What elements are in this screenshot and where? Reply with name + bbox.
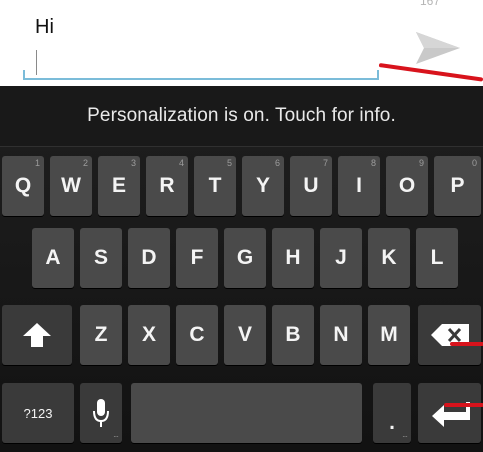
symbols-key[interactable]: ?123	[2, 383, 74, 443]
text-cursor	[36, 50, 37, 75]
key-c[interactable]: C	[176, 305, 218, 365]
key-j[interactable]: J	[320, 228, 362, 288]
space-key[interactable]	[131, 383, 362, 443]
annotation-line-enter	[444, 403, 483, 407]
key-hint: 6	[274, 158, 280, 168]
key-e[interactable]: E3	[98, 156, 140, 216]
key-l[interactable]: L	[416, 228, 458, 288]
message-input-underline[interactable]	[23, 78, 379, 80]
key-q[interactable]: Q1	[2, 156, 44, 216]
personalization-notice[interactable]: Personalization is on. Touch for info.	[0, 105, 483, 127]
shift-key[interactable]	[2, 305, 72, 365]
key-hint: 8	[370, 158, 376, 168]
period-key[interactable]: . ···	[373, 383, 411, 443]
key-hint: 0	[471, 158, 477, 168]
key-hint: 5	[226, 158, 232, 168]
key-hint: 1	[34, 158, 40, 168]
key-f[interactable]: F	[176, 228, 218, 288]
key-x[interactable]: X	[128, 305, 170, 365]
key-hint: 7	[322, 158, 328, 168]
input-underline-right-edge	[377, 70, 379, 80]
key-more-dots: ···	[113, 432, 119, 441]
annotation-line-backspace	[450, 342, 483, 346]
key-i[interactable]: I8	[338, 156, 380, 216]
backspace-key[interactable]	[418, 305, 481, 365]
key-t[interactable]: T5	[194, 156, 236, 216]
shift-icon	[23, 323, 51, 347]
key-r[interactable]: R4	[146, 156, 188, 216]
key-s[interactable]: S	[80, 228, 122, 288]
key-y[interactable]: Y6	[242, 156, 284, 216]
key-hint: 2	[82, 158, 88, 168]
character-counter: 167	[420, 0, 441, 8]
microphone-icon	[93, 399, 109, 427]
key-p[interactable]: P0	[434, 156, 481, 216]
period-label: .	[389, 411, 395, 434]
key-h[interactable]: H	[272, 228, 314, 288]
key-o[interactable]: O9	[386, 156, 428, 216]
send-icon	[416, 32, 460, 64]
key-b[interactable]: B	[272, 305, 314, 365]
key-u[interactable]: U7	[290, 156, 332, 216]
key-w[interactable]: W2	[50, 156, 92, 216]
soft-keyboard: Personalization is on. Touch for info. Q…	[0, 86, 483, 452]
key-d[interactable]: D	[128, 228, 170, 288]
message-input-text[interactable]: Hi	[35, 16, 54, 39]
key-g[interactable]: G	[224, 228, 266, 288]
key-hint: 9	[418, 158, 424, 168]
key-m[interactable]: M	[368, 305, 410, 365]
key-a[interactable]: A	[32, 228, 74, 288]
key-v[interactable]: V	[224, 305, 266, 365]
voice-input-key[interactable]: ···	[80, 383, 122, 443]
key-z[interactable]: Z	[80, 305, 122, 365]
key-n[interactable]: N	[320, 305, 362, 365]
compose-area: 167 Hi	[0, 0, 483, 86]
key-k[interactable]: K	[368, 228, 410, 288]
suggestion-strip[interactable]: Personalization is on. Touch for info.	[0, 86, 483, 147]
enter-key[interactable]	[418, 383, 481, 443]
key-more-dots: ···	[402, 432, 408, 441]
key-hint: 3	[130, 158, 136, 168]
key-hint: 4	[178, 158, 184, 168]
send-button[interactable]	[412, 26, 462, 72]
